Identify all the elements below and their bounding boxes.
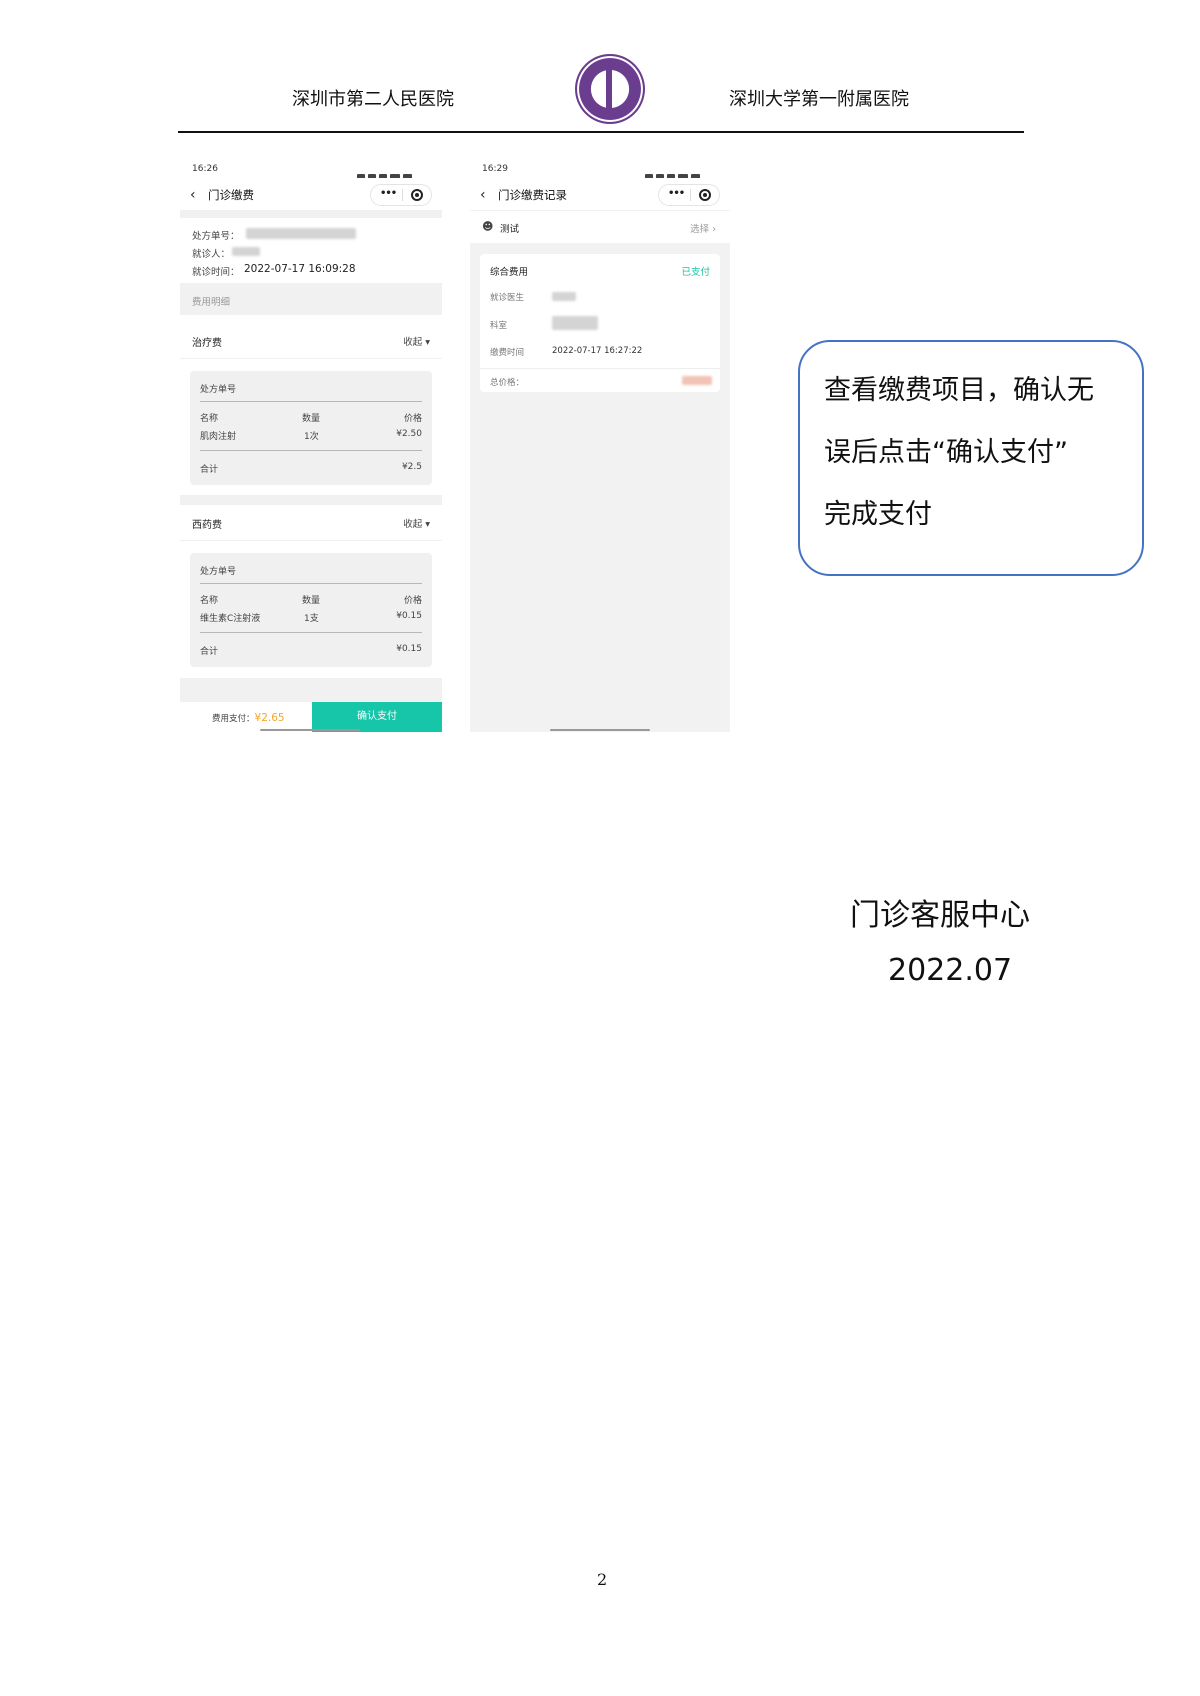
more-icon[interactable]: •••	[668, 188, 685, 199]
header-left-hospital: 深圳市第二人民医院	[292, 89, 454, 110]
back-icon[interactable]: ‹	[190, 187, 196, 203]
fee-detail-label: 费用明细	[192, 297, 231, 308]
redacted-total	[682, 376, 712, 385]
confirm-pay-button[interactable]: 确认支付	[312, 702, 442, 732]
navbar: ‹ 门诊缴费 •••	[180, 178, 442, 210]
redacted-dept	[552, 316, 598, 330]
navbar: ‹ 门诊缴费记录 •••	[470, 178, 730, 210]
more-icon[interactable]: •••	[380, 188, 397, 199]
screenshot-records: 16:29 ‹ 门诊缴费记录 ••• ☻ 测试 选择 › 综合费用 已支付 就诊…	[470, 158, 730, 732]
prescription-no-label: 处方单号：	[192, 231, 240, 242]
staff-emblem-icon	[606, 66, 612, 112]
status-time: 16:26	[192, 164, 218, 174]
document-date: 2022.07	[888, 953, 1013, 988]
visit-time-value: 2022-07-17 16:09:28	[244, 263, 356, 275]
instruction-callout: 查看缴费项目，确认无 误后点击“确认支付” 完成支付	[798, 340, 1144, 576]
patient-selector[interactable]: ☻ 测试 选择 ›	[470, 211, 730, 243]
back-icon[interactable]: ‹	[480, 187, 486, 203]
pay-bar: 费用支付：¥2.65 确认支付	[180, 702, 442, 732]
record-type: 综合费用	[490, 267, 529, 278]
status-badge: 已支付	[681, 267, 710, 278]
redacted-doctor	[552, 292, 576, 301]
miniprogram-capsule[interactable]: •••	[658, 184, 720, 206]
section-name: 治疗费	[192, 338, 222, 349]
visit-time-label: 就诊时间：	[192, 267, 240, 278]
miniprogram-capsule[interactable]: •••	[370, 184, 432, 206]
page-title: 门诊缴费	[208, 188, 254, 202]
fee-card: 处方单号 名称 数量 价格 肌肉注射 1次 ¥2.50 合计 ¥2.5	[190, 371, 432, 485]
header-right-hospital: 深圳大学第一附属医院	[729, 89, 909, 110]
user-icon: ☻	[482, 220, 494, 233]
system-status-icons	[354, 166, 430, 200]
system-status-icons	[642, 166, 718, 200]
payment-record-card[interactable]: 综合费用 已支付 就诊医生 科室 缴费时间 2022-07-17 16:27:2…	[480, 254, 720, 392]
department-signature: 门诊客服中心	[850, 898, 1030, 933]
collapse-toggle[interactable]: 收起 ▾	[403, 334, 430, 348]
pay-amount: ¥2.65	[254, 712, 285, 724]
patient-name: 测试	[500, 224, 520, 235]
fee-card: 处方单号 名称 数量 价格 维生素C注射液 1支 ¥0.15 合计 ¥0.15	[190, 553, 432, 667]
collapse-toggle[interactable]: 收起 ▾	[403, 516, 430, 530]
status-time: 16:29	[482, 164, 508, 174]
patient-label: 就诊人：	[192, 249, 231, 260]
screenshot-payment: 16:26 ‹ 门诊缴费 ••• 处方单号： 就诊人： 就诊时间： 2022-0…	[180, 158, 442, 732]
redacted-prescription-no	[246, 228, 356, 239]
callout-line: 完成支付	[824, 499, 932, 530]
pay-label: 费用支付：¥2.65	[212, 712, 285, 724]
callout-line: 误后点击“确认支付”	[824, 437, 1068, 468]
page-title: 门诊缴费记录	[498, 188, 567, 202]
close-target-icon[interactable]	[699, 189, 711, 201]
select-link[interactable]: 选择 ›	[690, 221, 716, 235]
section-name: 西药费	[192, 520, 222, 531]
header-rule	[178, 131, 1024, 133]
page-number: 2	[597, 1570, 608, 1589]
close-target-icon[interactable]	[411, 189, 423, 201]
redacted-patient	[232, 247, 260, 256]
callout-line: 查看缴费项目，确认无	[824, 375, 1094, 406]
pay-time-value: 2022-07-17 16:27:22	[552, 346, 643, 356]
